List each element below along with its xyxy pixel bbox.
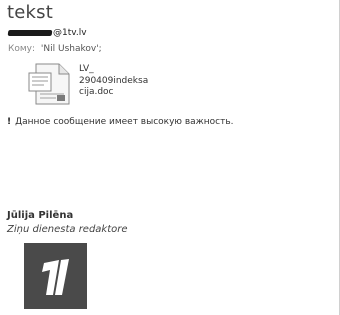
signature-role: Ziņu dienesta redaktore bbox=[7, 224, 128, 235]
email-sender[interactable]: @1tv.lv bbox=[7, 28, 87, 38]
attachment-name: LV_ 290409indeksa cija.doc bbox=[79, 64, 149, 97]
importance-text: Данное сообщение имеет высокую важность. bbox=[15, 117, 234, 127]
channel-one-logo bbox=[24, 243, 87, 309]
doc-icon bbox=[28, 63, 70, 105]
email-subject: tekst bbox=[7, 2, 53, 23]
channel-one-logo-glyph bbox=[42, 259, 69, 295]
high-importance-icon: ! bbox=[7, 117, 12, 127]
importance-notice: ! Данное сообщение имеет высокую важност… bbox=[7, 117, 234, 127]
signature-name: Jūlija Pilēna bbox=[7, 210, 74, 221]
redacted-name bbox=[7, 30, 53, 36]
sender-address: @1tv.lv bbox=[53, 28, 87, 38]
to-label: Кому: bbox=[8, 44, 36, 54]
email-reading-pane: tekst @1tv.lv Кому: 'Nil Ushakov'; LV_ 2… bbox=[0, 0, 340, 315]
recipients-line: Кому: 'Nil Ushakov'; bbox=[8, 44, 102, 54]
recipient-name[interactable]: 'Nil Ushakov'; bbox=[41, 44, 102, 54]
attachment[interactable]: LV_ 290409indeksa cija.doc bbox=[26, 62, 156, 112]
